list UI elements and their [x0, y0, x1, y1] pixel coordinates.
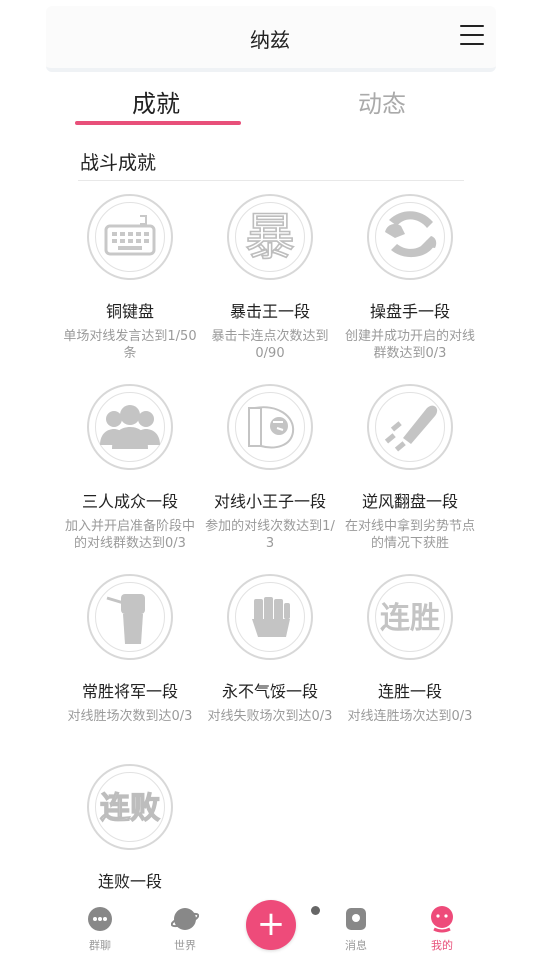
achievement-name: 逆风翻盘一段 — [361, 492, 458, 511]
keyboard-icon — [87, 194, 173, 280]
section-divider — [78, 180, 464, 181]
svg-text:连胜: 连胜 — [380, 601, 440, 636]
achievement-desc: 在对线中拿到劣势节点的情况下获胜 — [344, 519, 475, 551]
plus-icon[interactable]: + — [246, 900, 296, 950]
achievement-name: 对线小王子一段 — [213, 492, 326, 511]
message-icon — [341, 904, 371, 934]
achievement-item[interactable]: 逆风翻盘一段 在对线中拿到劣势节点的情况下获胜 — [340, 384, 480, 552]
notification-dot — [311, 906, 320, 915]
raised-fist-icon — [87, 574, 173, 660]
planet-icon — [170, 904, 200, 934]
svg-text:连败: 连败 — [100, 791, 160, 826]
prince-icon — [227, 384, 313, 470]
achievement-desc: 参加的对线次数达到1/ 3 — [205, 519, 335, 551]
achievement-name: 常胜将军一段 — [81, 682, 178, 701]
hands-icon — [367, 194, 453, 280]
bao-character-icon: 暴 — [227, 194, 313, 280]
win-streak-icon: 连胜 — [367, 574, 453, 660]
achievement-name: 永不气馁一段 — [221, 682, 318, 701]
achievement-item[interactable]: 连败 连败一段 — [60, 764, 200, 892]
achievement-item[interactable]: 连胜 连胜一段 对线连胜场次达到0/3 — [340, 574, 480, 725]
achievement-desc: 单场对线发言达到1/50条 — [63, 329, 197, 361]
achievement-item[interactable]: 操盘手一段 创建并成功开启的对线群数达到0/3 — [340, 194, 480, 362]
profile-icon — [427, 904, 457, 934]
achievement-name: 操盘手一段 — [369, 302, 450, 321]
svg-text:暴: 暴 — [245, 208, 295, 266]
lose-streak-icon: 连败 — [87, 764, 173, 850]
achievement-desc: 创建并成功开启的对线群数达到0/3 — [344, 329, 475, 361]
achievement-item[interactable]: 暴 暴击王一段 暴击卡连点次数达到0/90 — [200, 194, 340, 362]
achievement-desc: 暴击卡连点次数达到0/90 — [211, 329, 329, 361]
comet-icon — [367, 384, 453, 470]
active-tab-indicator — [75, 121, 241, 125]
achievement-desc: 对线失败场次到达0/3 — [207, 709, 333, 724]
menu-icon[interactable] — [460, 25, 484, 45]
achievement-desc: 加入并开启准备阶段中的对线群数达到0/3 — [64, 519, 195, 551]
achievement-name: 连败一段 — [97, 872, 162, 891]
nav-label: 消息 — [345, 939, 367, 952]
achievement-name: 铜键盘 — [105, 302, 154, 321]
fist-icon — [227, 574, 313, 660]
chat-icon — [85, 904, 115, 934]
achievement-item[interactable]: 永不气馁一段 对线失败场次到达0/3 — [200, 574, 340, 725]
page-title: 纳兹 — [250, 28, 290, 52]
achievement-desc: 对线胜场次数到达0/3 — [67, 709, 193, 724]
nav-profile[interactable]: 我的 — [412, 904, 472, 953]
tab-activity[interactable]: 动态 — [358, 84, 406, 119]
achievement-name: 暴击王一段 — [229, 302, 310, 321]
top-bar: 纳兹 — [0, 0, 540, 74]
achievement-item[interactable]: 对线小王子一段 参加的对线次数达到1/ 3 — [200, 384, 340, 552]
nav-label: 我的 — [431, 939, 453, 952]
achievement-item[interactable]: 常胜将军一段 对线胜场次数到达0/3 — [60, 574, 200, 725]
achievement-desc: 对线连胜场次达到0/3 — [347, 709, 473, 724]
group-icon — [87, 384, 173, 470]
nav-label: 群聊 — [89, 939, 111, 952]
tab-achievements[interactable]: 成就 — [132, 84, 180, 119]
tab-bar: 成就 动态 — [0, 74, 540, 130]
achievement-name: 三人成众一段 — [81, 492, 178, 511]
nav-messages[interactable]: 消息 — [326, 904, 386, 953]
nav-group-chat[interactable]: 群聊 — [70, 904, 130, 953]
achievement-item[interactable]: 三人成众一段 加入并开启准备阶段中的对线群数达到0/3 — [60, 384, 200, 552]
nav-world[interactable]: 世界 — [155, 904, 215, 953]
achievement-name: 连胜一段 — [377, 682, 442, 701]
section-title: 战斗成就 — [80, 152, 157, 174]
achievement-item[interactable]: 铜键盘 单场对线发言达到1/50条 — [60, 194, 200, 362]
nav-label: 世界 — [174, 939, 196, 952]
